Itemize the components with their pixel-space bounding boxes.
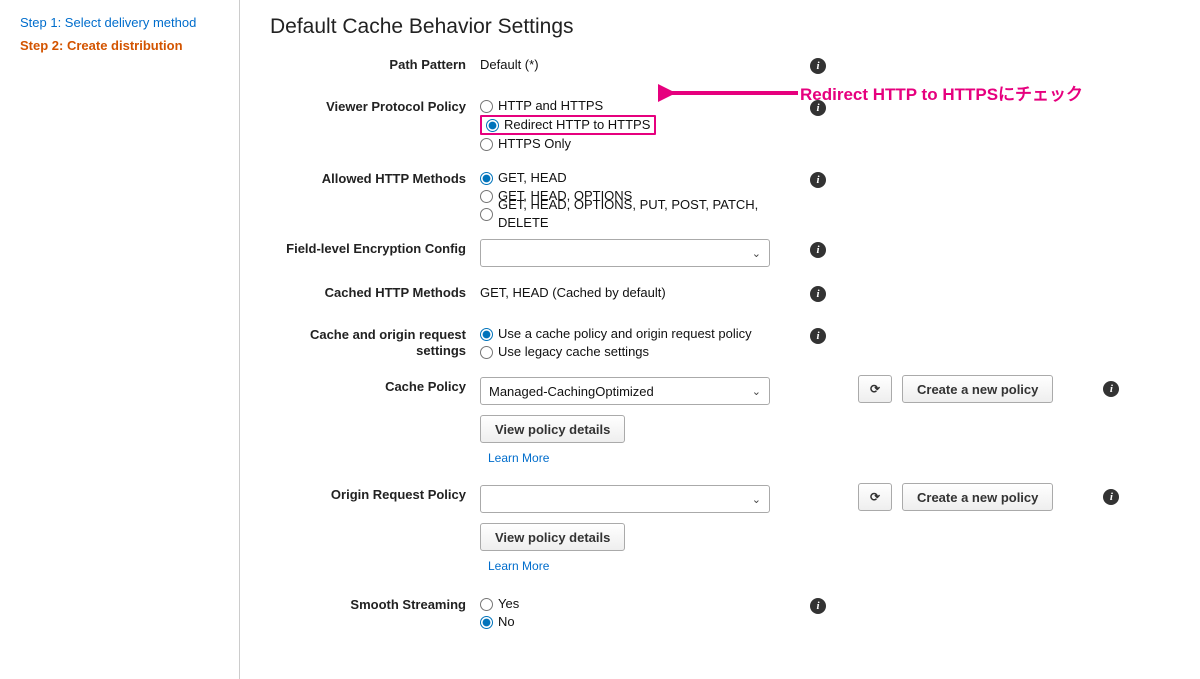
chevron-down-icon: ⌄ [752,493,761,506]
field-encryption-select[interactable]: ⌄ [480,239,770,267]
cache-origin-opt2[interactable]: Use legacy cache settings [480,343,810,361]
viewer-protocol-highlight: Redirect HTTP to HTTPS [480,115,656,135]
allowed-methods-opt1[interactable]: GET, HEAD [480,169,810,187]
viewer-protocol-opt2[interactable]: Redirect HTTP to HTTPS [486,116,650,134]
step-2-link[interactable]: Step 2: Create distribution [20,38,219,53]
viewer-protocol-opt1[interactable]: HTTP and HTTPS [480,97,810,115]
field-encryption-label: Field-level Encryption Config [270,237,480,257]
radio-label: Redirect HTTP to HTTPS [504,116,650,134]
radio-label: Use a cache policy and origin request po… [498,325,752,343]
radio-label: No [498,613,515,631]
cached-methods-value: GET, HEAD (Cached by default) [480,283,810,301]
refresh-icon: ⟳ [870,382,880,396]
cache-policy-select[interactable]: Managed-CachingOptimized ⌄ [480,377,770,405]
path-pattern-label: Path Pattern [270,53,480,73]
info-icon[interactable]: i [810,100,826,116]
chevron-down-icon: ⌄ [752,247,761,260]
cache-policy-learn-more[interactable]: Learn More [488,451,549,465]
origin-request-select[interactable]: ⌄ [480,485,770,513]
page-title: Default Cache Behavior Settings [270,15,1170,39]
info-icon[interactable]: i [810,58,826,74]
info-icon[interactable]: i [810,172,826,188]
radio-label: Use legacy cache settings [498,343,649,361]
refresh-button[interactable]: ⟳ [858,483,892,511]
allowed-methods-opt3[interactable]: GET, HEAD, OPTIONS, PUT, POST, PATCH, DE… [480,205,810,223]
info-icon[interactable]: i [1103,381,1119,397]
cache-origin-opt1[interactable]: Use a cache policy and origin request po… [480,325,810,343]
origin-learn-more[interactable]: Learn More [488,559,549,573]
radio-label: GET, HEAD [498,169,567,187]
cached-methods-label: Cached HTTP Methods [270,281,480,301]
smooth-yes[interactable]: Yes [480,595,810,613]
radio-label: HTTPS Only [498,135,571,153]
create-cache-policy-button[interactable]: Create a new policy [902,375,1053,403]
chevron-down-icon: ⌄ [752,385,761,398]
radio-label: HTTP and HTTPS [498,97,603,115]
create-origin-policy-button[interactable]: Create a new policy [902,483,1053,511]
smooth-streaming-label: Smooth Streaming [270,593,480,613]
cache-origin-label: Cache and origin requestsettings [270,323,480,360]
info-icon[interactable]: i [810,328,826,344]
view-origin-policy-button[interactable]: View policy details [480,523,625,551]
info-icon[interactable]: i [810,242,826,258]
step-1-link[interactable]: Step 1: Select delivery method [20,15,219,30]
view-cache-policy-button[interactable]: View policy details [480,415,625,443]
sidebar: Step 1: Select delivery method Step 2: C… [0,0,240,679]
path-pattern-value: Default (*) [480,55,810,73]
select-value: Managed-CachingOptimized [489,384,654,399]
radio-label: GET, HEAD, OPTIONS, PUT, POST, PATCH, DE… [498,196,810,232]
main-panel: Default Cache Behavior Settings Path Pat… [240,0,1200,679]
info-icon[interactable]: i [810,286,826,302]
info-icon[interactable]: i [810,598,826,614]
viewer-protocol-label: Viewer Protocol Policy [270,95,480,115]
refresh-icon: ⟳ [870,490,880,504]
info-icon[interactable]: i [1103,489,1119,505]
radio-label: Yes [498,595,519,613]
allowed-methods-label: Allowed HTTP Methods [270,167,480,187]
refresh-button[interactable]: ⟳ [858,375,892,403]
viewer-protocol-opt3[interactable]: HTTPS Only [480,135,810,153]
smooth-no[interactable]: No [480,613,810,631]
cache-policy-label: Cache Policy [270,375,480,395]
origin-request-label: Origin Request Policy [270,483,480,503]
